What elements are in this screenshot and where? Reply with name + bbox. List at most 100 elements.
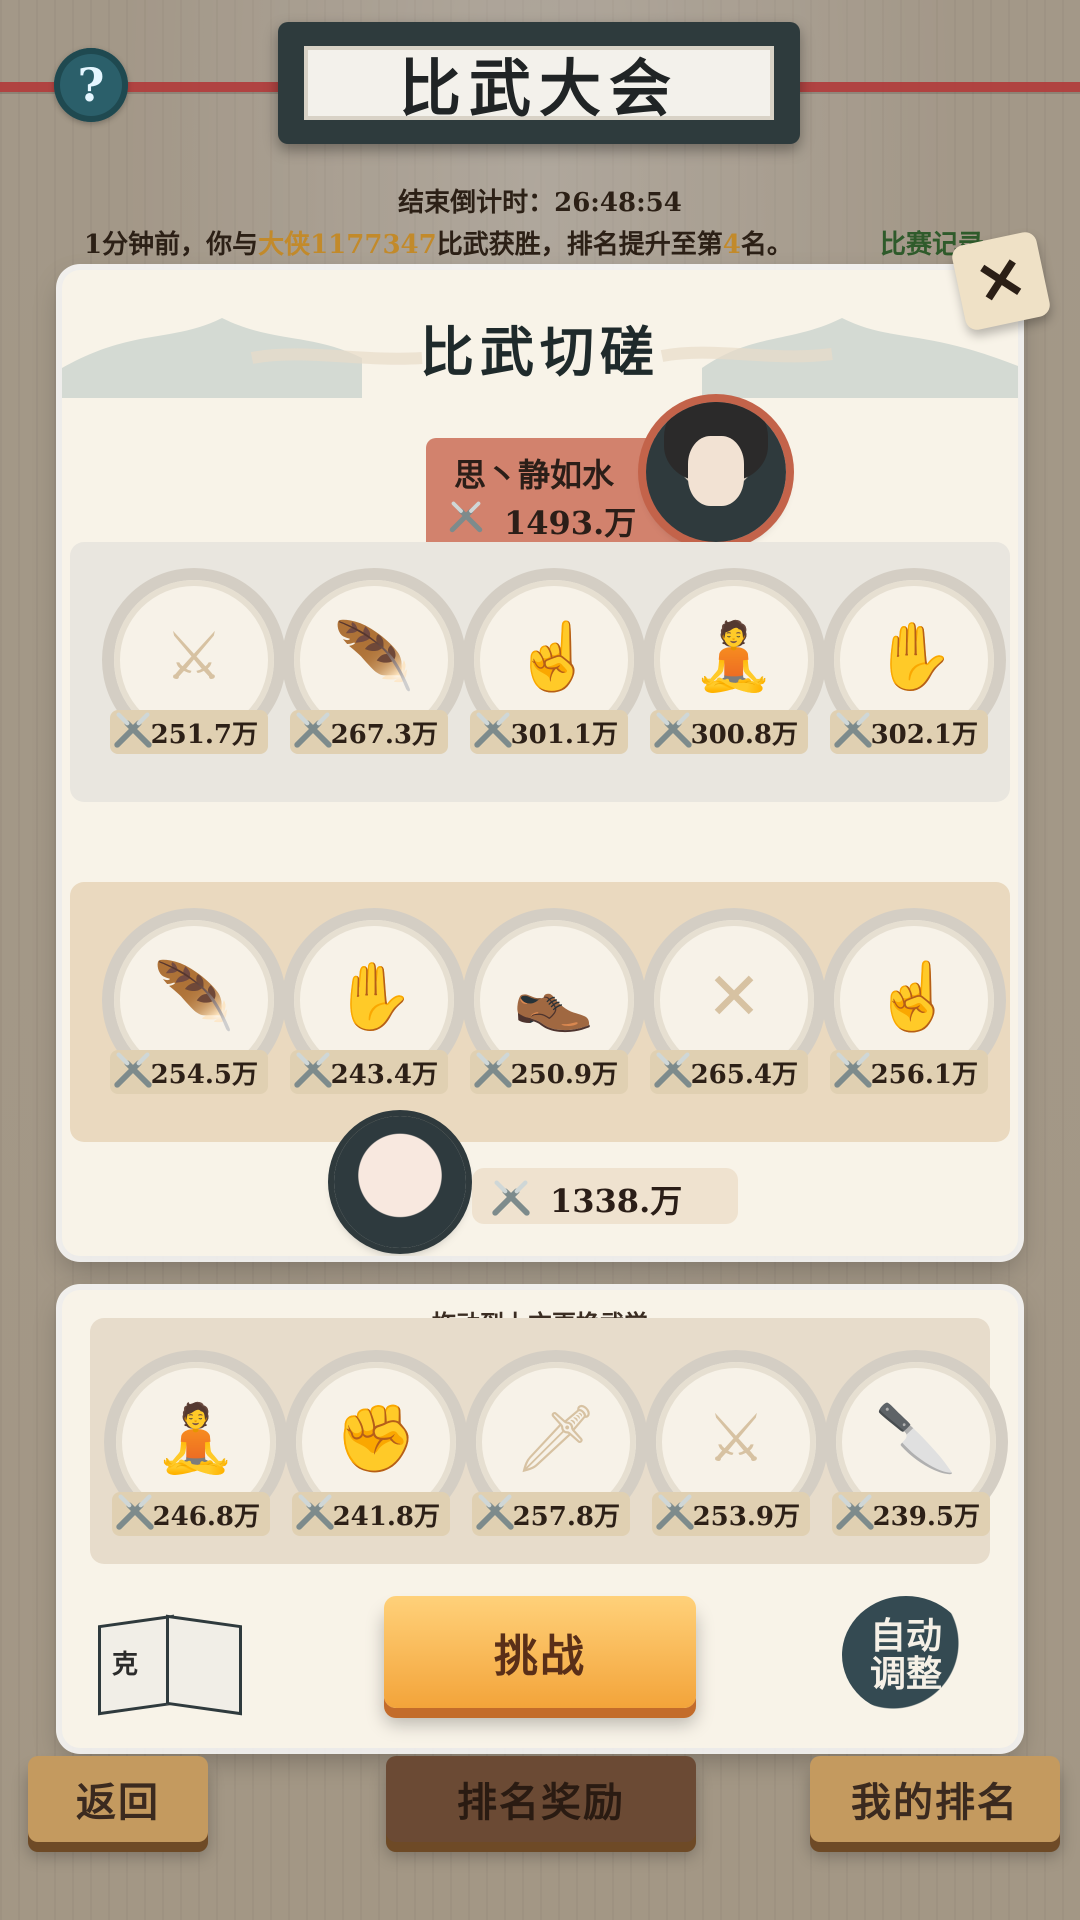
win-message: 1分钟前，你与大侠1177347比武获胜，排名提升至第4名。 比赛记录 — [84, 224, 984, 261]
blade-icon: 🗡 — [514, 1400, 598, 1477]
meditate-icon: 🧘 — [692, 618, 776, 695]
back-button[interactable]: 返回 — [28, 1756, 208, 1842]
countdown-text: 结束倒计时：26:48:54 — [398, 188, 682, 218]
crossed-swords-icon — [290, 706, 336, 752]
my-skill-3[interactable]: 👞 250.9万 — [470, 920, 634, 1094]
skill-power-value: 251.7万 — [150, 719, 258, 750]
long-sword-icon: ⚔ — [706, 1400, 766, 1477]
opponent-skill-1[interactable]: ⚔ 251.7万 — [110, 580, 274, 754]
player-power-value: 1338.万 — [550, 1182, 683, 1220]
crossed-swords-icon — [112, 1488, 158, 1534]
skill-power: 300.8万 — [650, 710, 808, 754]
close-icon[interactable]: ✕ — [949, 229, 1053, 333]
skill-power-value: 256.1万 — [870, 1059, 978, 1090]
opponent-name: 思丶静如水 — [454, 456, 615, 494]
palm-icon: ✋ — [332, 958, 416, 1035]
inventory-skill-3[interactable]: 🗡 257.8万 — [472, 1362, 636, 1536]
opponent-skill-row: ⚔ 251.7万 🪶 267.3万 ☝ 301.1万 🧘 300.8万 ✋ 30… — [70, 542, 1010, 802]
skill-power: 267.3万 — [290, 710, 448, 754]
crossed-swords-icon — [470, 706, 516, 752]
skill-inventory-panel: 拖动到上方更换武学 🧘 246.8万 ✊ 241.8万 🗡 — [62, 1290, 1018, 1748]
crossed-swords-icon — [444, 496, 488, 536]
crossed-swords-icon — [830, 1046, 876, 1092]
challenge-button[interactable]: 挑战 — [384, 1596, 696, 1708]
skill-power-value: 239.5万 — [872, 1501, 980, 1532]
crossed-swords-icon — [650, 706, 696, 752]
skill-power: 246.8万 — [112, 1492, 270, 1536]
skill-power: 250.9万 — [470, 1050, 628, 1094]
win-message-name: 大侠1177347 — [258, 230, 437, 260]
win-message-prefix: 1分钟前，你与 — [84, 230, 259, 260]
win-message-end: 名。 — [740, 230, 793, 260]
skill-power-value: 246.8万 — [152, 1501, 260, 1532]
skill-power: 253.9万 — [652, 1492, 810, 1536]
opponent-skill-5[interactable]: ✋ 302.1万 — [830, 580, 994, 754]
win-message-suffix: 比武获胜，排名提升至第 — [436, 230, 723, 260]
skill-power-value: 302.1万 — [870, 719, 978, 750]
crossed-swords-icon — [650, 1046, 696, 1092]
skill-power-value: 254.5万 — [150, 1059, 258, 1090]
skill-power-value: 253.9万 — [692, 1501, 800, 1532]
skill-power: 256.1万 — [830, 1050, 988, 1094]
crossed-swords-icon — [110, 706, 156, 752]
feather-icon: 🪶 — [152, 958, 236, 1035]
inventory-tray: 🧘 246.8万 ✊ 241.8万 🗡 257.8万 ⚔ 253.9万 🔪 23… — [90, 1318, 996, 1564]
auto-adjust-button[interactable]: 自动 调整 — [842, 1596, 970, 1714]
crossed-swords-icon — [472, 1488, 518, 1534]
player-avatar — [334, 1116, 466, 1248]
feather-icon: 🪶 — [332, 618, 416, 695]
rank-reward-button[interactable]: 排名奖励 — [386, 1756, 696, 1842]
skill-power-value: 301.1万 — [510, 719, 618, 750]
title-plaque: 比武大会 — [278, 22, 800, 144]
help-icon[interactable]: ? — [54, 48, 128, 122]
palm-icon: ✋ — [872, 618, 956, 695]
crossed-swords-icon — [832, 1488, 878, 1534]
book-label: 克 — [112, 1650, 139, 1680]
skill-power-value: 265.4万 — [690, 1059, 798, 1090]
my-rank-button[interactable]: 我的排名 — [810, 1756, 1060, 1842]
my-skill-2[interactable]: ✋ 243.4万 — [290, 920, 454, 1094]
my-skill-4[interactable]: ✕ 265.4万 — [650, 920, 814, 1094]
page-title: 比武大会 — [298, 40, 780, 126]
skill-power: 241.8万 — [292, 1492, 450, 1536]
crossed-swords-icon — [652, 1488, 698, 1534]
inventory-skill-5[interactable]: 🔪 239.5万 — [832, 1362, 996, 1536]
skill-power: 265.4万 — [650, 1050, 808, 1094]
crossed-swords-icon — [290, 1046, 336, 1092]
inventory-skill-1[interactable]: 🧘 246.8万 — [112, 1362, 276, 1536]
skill-power: 302.1万 — [830, 710, 988, 754]
opponent-skill-3[interactable]: ☝ 301.1万 — [470, 580, 634, 754]
crossed-swords-icon — [470, 1046, 516, 1092]
inventory-skill-2[interactable]: ✊ 241.8万 — [292, 1362, 456, 1536]
skill-power: 257.8万 — [472, 1492, 630, 1536]
skill-power: 243.4万 — [290, 1050, 448, 1094]
my-skill-5[interactable]: ☝ 256.1万 — [830, 920, 994, 1094]
opponent-avatar-face — [688, 436, 744, 506]
my-skill-row: 🪶 254.5万 ✋ 243.4万 👞 250.9万 ✕ 265.4万 ☝ 25… — [70, 882, 1010, 1142]
panel-title: 比武切磋 — [420, 320, 660, 384]
crossed-swords-icon — [488, 1174, 534, 1224]
player-power: 1338.万 — [472, 1168, 738, 1224]
auto-adjust-label: 自动 调整 — [869, 1615, 942, 1695]
skill-power: 239.5万 — [832, 1492, 990, 1536]
crossed-spears-icon: ✕ — [706, 958, 762, 1035]
duel-panel: 比武切磋 思丶静如水 1493.万 ⚔ 251.7万 🪶 267.3万 ☝ 30… — [62, 270, 1018, 1256]
my-skill-1[interactable]: 🪶 254.5万 — [110, 920, 274, 1094]
finger-icon: ☝ — [512, 618, 596, 695]
skill-power-value: 300.8万 — [690, 719, 798, 750]
skill-power: 254.5万 — [110, 1050, 268, 1094]
sword-icon: ⚔ — [164, 618, 224, 695]
counter-guide-book-icon[interactable]: 克 — [92, 1610, 242, 1720]
fist-icon: ✊ — [334, 1400, 418, 1477]
skill-power: 301.1万 — [470, 710, 628, 754]
inventory-skill-4[interactable]: ⚔ 253.9万 — [652, 1362, 816, 1536]
shoe-icon: 👞 — [512, 958, 596, 1035]
finger-icon: ☝ — [872, 958, 956, 1035]
skill-power-value: 257.8万 — [512, 1501, 620, 1532]
skill-power-value: 241.8万 — [332, 1501, 440, 1532]
book-page-right — [166, 1614, 242, 1716]
opponent-skill-2[interactable]: 🪶 267.3万 — [290, 580, 454, 754]
skill-power: 251.7万 — [110, 710, 268, 754]
opponent-power: 1493.万 — [504, 504, 637, 542]
opponent-skill-4[interactable]: 🧘 300.8万 — [650, 580, 814, 754]
